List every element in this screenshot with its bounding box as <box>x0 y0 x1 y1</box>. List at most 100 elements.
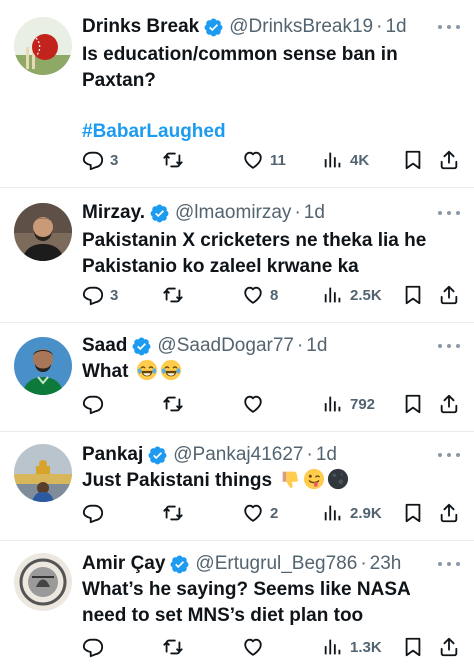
views-button[interactable]: 2.9K <box>322 501 382 525</box>
views-icon <box>322 149 344 171</box>
winking-tongue-emoji-icon <box>303 468 325 490</box>
more-options-icon[interactable] <box>438 341 460 351</box>
like-button[interactable] <box>242 392 270 416</box>
bookmark-button[interactable] <box>402 283 424 307</box>
tweet-mirzay[interactable]: Mirzay. @lmaomirzay · 1d Pakistanin X cr… <box>0 188 474 323</box>
view-count: 792 <box>350 395 376 413</box>
views-icon <box>322 393 344 415</box>
like-button[interactable]: 2 <box>242 501 278 525</box>
author-handle[interactable]: @Ertugrul_Beg786 <box>195 553 357 575</box>
joy-emoji-icon <box>136 359 158 381</box>
verified-badge-icon <box>149 203 170 224</box>
views-button[interactable]: 792 <box>322 392 375 416</box>
views-button[interactable]: 2.5K <box>322 283 382 307</box>
views-icon <box>322 284 344 306</box>
author-handle[interactable]: @Pankaj41627 <box>173 444 303 466</box>
tweet-actions: 1.3K <box>82 635 460 659</box>
like-button[interactable] <box>242 635 270 659</box>
bookmark-button[interactable] <box>402 501 424 525</box>
golden-temple-avatar[interactable] <box>14 444 72 502</box>
timestamp[interactable]: 23h <box>370 553 402 575</box>
more-options-icon[interactable] <box>438 559 460 569</box>
author-handle[interactable]: @DrinksBreak19 <box>229 16 373 38</box>
like-button[interactable]: 8 <box>242 283 278 307</box>
timestamp[interactable]: 1d <box>385 16 406 38</box>
tweet-header: Drinks Break @DrinksBreak19 · 1d <box>82 14 434 40</box>
like-button[interactable]: 11 <box>242 148 286 172</box>
reply-icon <box>82 393 104 415</box>
author-name[interactable]: Amir Çay <box>82 553 165 575</box>
reply-icon <box>82 284 104 306</box>
heart-icon <box>242 393 264 415</box>
share-icon <box>438 284 460 306</box>
timestamp[interactable]: 1d <box>304 202 325 224</box>
tweet-text-line: Pakistanin X cricketers ne theka lia he <box>82 230 427 251</box>
reply-button[interactable]: 3 <box>82 148 118 172</box>
retweet-icon <box>162 284 184 306</box>
author-name[interactable]: Drinks Break <box>82 16 199 38</box>
timestamp[interactable]: 1d <box>306 335 327 357</box>
bookmark-icon <box>402 393 424 415</box>
reply-button[interactable]: 3 <box>82 283 118 307</box>
reply-icon <box>82 149 104 171</box>
cricketer-avatar[interactable] <box>14 337 72 395</box>
more-options-icon[interactable] <box>438 208 460 218</box>
bookmark-button[interactable] <box>402 148 424 172</box>
reply-button[interactable] <box>82 392 110 416</box>
retweet-button[interactable] <box>162 283 190 307</box>
separator-dot: · <box>360 553 367 574</box>
tweet-pankaj[interactable]: Pankaj @Pankaj41627 · 1d Just Pakistani … <box>0 432 474 541</box>
bookmark-icon <box>402 502 424 524</box>
retweet-button[interactable] <box>162 148 190 172</box>
retweet-icon <box>162 149 184 171</box>
emblem-avatar[interactable] <box>14 553 72 611</box>
tweet-saad[interactable]: Saad @SaadDogar77 · 1d What 792 <box>0 323 474 432</box>
tweet-drinks-break[interactable]: Drinks Break @DrinksBreak19 · 1d Is educ… <box>0 0 474 188</box>
share-button[interactable] <box>438 392 460 416</box>
separator-dot: · <box>376 16 383 37</box>
tweet-amir-cay[interactable]: Amir Çay @Ertugrul_Beg786 · 23h What’s h… <box>0 541 474 668</box>
timestamp[interactable]: 1d <box>316 444 337 466</box>
tweet-text-line: Pakistanio ko zaleel krwane ka <box>82 256 359 277</box>
author-handle[interactable]: @SaadDogar77 <box>157 335 294 357</box>
author-handle[interactable]: @lmaomirzay <box>175 202 291 224</box>
hashtag-link[interactable]: #BabarLaughed <box>82 119 456 145</box>
tweet-text-line: What’s he saying? Seems like NASA <box>82 579 411 600</box>
tweet-actions: 2 2.9K <box>82 501 460 525</box>
thumbs-down-emoji-icon <box>279 468 301 490</box>
share-button[interactable] <box>438 148 460 172</box>
more-options-icon[interactable] <box>438 450 460 460</box>
bookmark-button[interactable] <box>402 635 424 659</box>
share-button[interactable] <box>438 635 460 659</box>
share-button[interactable] <box>438 501 460 525</box>
heart-icon <box>242 636 264 658</box>
tweet-actions: 3 11 4K <box>82 148 460 172</box>
share-icon <box>438 149 460 171</box>
cricket-ball-avatar[interactable] <box>14 17 72 75</box>
tweet-text: What <box>82 359 456 385</box>
author-name[interactable]: Mirzay. <box>82 202 145 224</box>
views-button[interactable]: 1.3K <box>322 635 382 659</box>
tweet-header: Amir Çay @Ertugrul_Beg786 · 23h <box>82 551 434 577</box>
share-button[interactable] <box>438 283 460 307</box>
views-icon <box>322 636 344 658</box>
tweet-text-line: What <box>82 361 129 382</box>
retweet-button[interactable] <box>162 392 190 416</box>
retweet-button[interactable] <box>162 635 190 659</box>
verified-badge-icon <box>203 17 224 38</box>
author-name[interactable]: Pankaj <box>82 444 143 466</box>
author-name[interactable]: Saad <box>82 335 127 357</box>
tweet-text: Pakistanin X cricketers ne theka lia he … <box>82 228 456 280</box>
views-button[interactable]: 4K <box>322 148 369 172</box>
view-count: 2.5K <box>350 286 382 304</box>
man-portrait-avatar[interactable] <box>14 203 72 261</box>
tweet-header: Mirzay. @lmaomirzay · 1d <box>82 200 434 226</box>
bookmark-button[interactable] <box>402 392 424 416</box>
view-count: 4K <box>350 151 370 169</box>
reply-button[interactable] <box>82 635 110 659</box>
reply-button[interactable] <box>82 501 110 525</box>
reply-icon <box>82 502 104 524</box>
view-count: 1.3K <box>350 638 382 656</box>
retweet-button[interactable] <box>162 501 190 525</box>
more-options-icon[interactable] <box>438 22 460 32</box>
